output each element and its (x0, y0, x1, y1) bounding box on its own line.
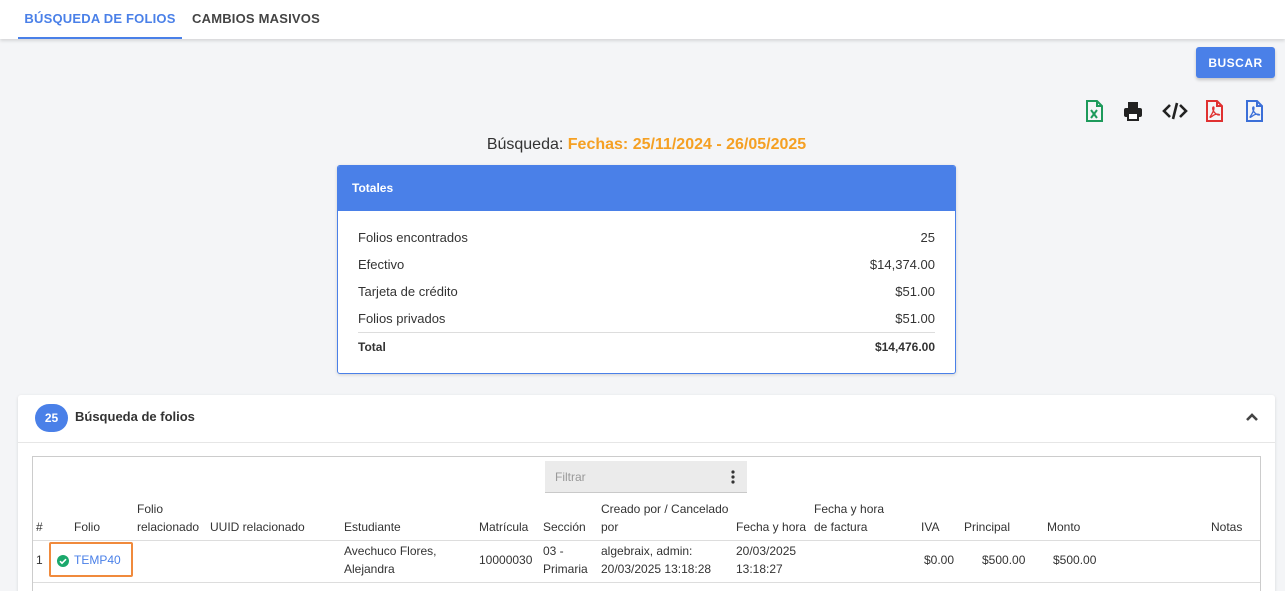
totals-row-value: $51.00 (895, 311, 935, 326)
totals-row-value: 25 (920, 230, 935, 245)
cell-creado: algebraix, admin: 20/03/2025 13:18:28 (601, 544, 712, 576)
totals-row-value: $51.00 (895, 284, 935, 299)
tab-cambios-masivos[interactable]: CAMBIOS MASIVOS (186, 0, 326, 39)
pdf-red-icon[interactable] (1203, 99, 1225, 123)
col-header-seccion[interactable]: Sección (543, 518, 586, 536)
tab-busqueda-de-folios[interactable]: BÚSQUEDA DE FOLIOS (18, 0, 182, 39)
row-number: 1 (36, 553, 43, 567)
check-circle-icon (57, 554, 69, 567)
col-header-principal[interactable]: Principal (964, 518, 1010, 536)
pdf-blue-icon[interactable] (1243, 99, 1265, 123)
search-label: Búsqueda: (486, 136, 564, 153)
results-count-badge: 25 (35, 404, 68, 432)
totals-card: Totales Folios encontrados 25 Efectivo $… (337, 165, 956, 374)
row-divider (33, 582, 1260, 583)
col-header-creado[interactable]: Creado por / Cancelado por (601, 500, 731, 536)
cell-monto: $500.00 (1053, 553, 1097, 567)
cell-estudiante: Avechuco Flores, Alejandra (344, 544, 437, 576)
totals-row-label: Tarjeta de crédito (358, 284, 458, 299)
search-summary: Búsqueda: Fechas: 25/11/2024 - 26/05/202… (0, 136, 1285, 154)
code-icon[interactable] (1162, 99, 1188, 123)
cell-iva: $0.00 (924, 553, 955, 567)
col-header-fecha-factura[interactable]: Fecha y hora de factura (814, 500, 894, 536)
col-header-matricula[interactable]: Matrícula (479, 518, 528, 536)
col-header-estudiante[interactable]: Estudiante (344, 518, 401, 536)
totals-row: Folios encontrados 25 (358, 224, 935, 251)
totals-total-value: $14,476.00 (874, 339, 935, 354)
col-header-iva[interactable]: IVA (921, 518, 939, 536)
totals-row-label: Folios encontrados (358, 230, 468, 245)
totals-total-row: Total $14,476.00 (358, 332, 935, 360)
col-header-notas[interactable]: Notas (1211, 518, 1242, 536)
cell-principal: $500.00 (982, 553, 1026, 567)
totals-row-label: Folios privados (358, 311, 446, 326)
print-icon[interactable] (1122, 99, 1144, 123)
header-divider (33, 540, 1260, 541)
more-vert-icon[interactable] (729, 470, 737, 484)
totals-row: Tarjeta de crédito $51.00 (358, 278, 935, 305)
totals-title: Totales (338, 166, 955, 211)
totals-row-label: Efectivo (358, 257, 405, 272)
search-dates: Fechas: 25/11/2024 - 26/05/2025 (567, 136, 807, 153)
totals-row-value: $14,374.00 (869, 257, 935, 272)
folio-link[interactable]: TEMP40 (74, 551, 121, 569)
cell-matricula: 10000030 (479, 553, 533, 567)
filter-box (545, 461, 747, 493)
col-header-num[interactable]: # (36, 518, 43, 536)
excel-icon[interactable] (1083, 99, 1105, 123)
col-header-folio[interactable]: Folio (74, 518, 100, 536)
results-table: # Folio Folio relacionado UUID relaciona… (32, 456, 1261, 591)
filter-input[interactable] (545, 461, 715, 492)
tab-bar: BÚSQUEDA DE FOLIOS CAMBIOS MASIVOS (0, 0, 1285, 39)
col-header-uuid[interactable]: UUID relacionado (210, 518, 305, 536)
totals-row: Folios privados $51.00 (358, 305, 935, 332)
results-header[interactable]: 25 Búsqueda de folios (18, 395, 1275, 443)
chevron-up-icon[interactable] (1245, 410, 1259, 424)
search-button[interactable]: BUSCAR (1196, 47, 1275, 78)
col-header-folio-relacionado[interactable]: Folio relacionado (137, 500, 207, 536)
results-title: Búsqueda de folios (75, 409, 195, 424)
col-header-fecha[interactable]: Fecha y hora (736, 518, 806, 536)
col-header-monto[interactable]: Monto (1047, 518, 1080, 536)
totals-row: Efectivo $14,374.00 (358, 251, 935, 278)
cell-seccion: 03 - Primaria (543, 544, 588, 576)
cell-fecha: 20/03/2025 13:18:27 (736, 544, 797, 576)
results-panel: 25 Búsqueda de folios # Folio Folio rela… (18, 395, 1275, 591)
totals-total-label: Total (358, 339, 386, 354)
